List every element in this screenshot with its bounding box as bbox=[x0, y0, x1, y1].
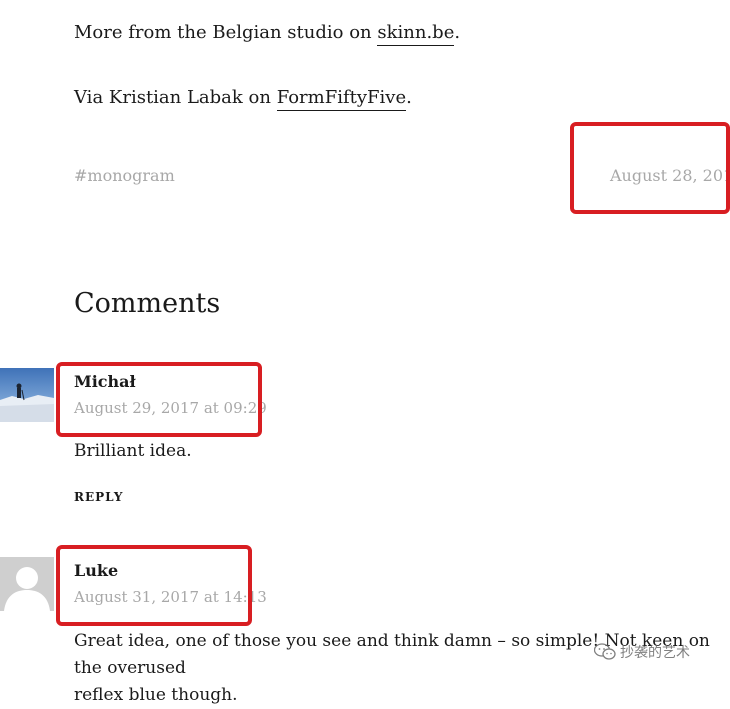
default-avatar-icon bbox=[0, 557, 54, 611]
highlight-box-comment-2 bbox=[56, 545, 252, 626]
studio-period: . bbox=[454, 22, 461, 43]
watermark-text: 抄袭的艺术 bbox=[620, 645, 690, 661]
comment-author[interactable]: Luke bbox=[74, 561, 118, 580]
watermark: 抄袭的艺术 bbox=[594, 642, 690, 662]
avatar bbox=[0, 557, 54, 611]
post-date[interactable]: August 28, 2017 bbox=[610, 166, 730, 185]
avatar-photo-icon bbox=[0, 368, 54, 422]
studio-text: More from the Belgian studio on bbox=[74, 22, 378, 43]
studio-paragraph: More from the Belgian studio on skinn.be… bbox=[74, 22, 461, 46]
wechat-icon bbox=[594, 643, 616, 660]
formfiftyfive-link[interactable]: FormFiftyFive bbox=[276, 87, 407, 111]
comment-date[interactable]: August 31, 2017 at 14:13 bbox=[74, 588, 267, 606]
comment-text: Brilliant idea. bbox=[74, 441, 192, 461]
comment-text: Great idea, one of those you see and thi… bbox=[74, 628, 730, 709]
via-paragraph: Via Kristian Labak on FormFiftyFive. bbox=[74, 87, 412, 111]
via-text: Via Kristian Labak on bbox=[74, 87, 277, 108]
comment-text-line-2: reflex blue though. bbox=[74, 685, 238, 705]
tag-monogram-link[interactable]: #monogram bbox=[74, 166, 175, 185]
comment-date[interactable]: August 29, 2017 at 09:29 bbox=[74, 399, 267, 417]
studio-link[interactable]: skinn.be bbox=[377, 22, 455, 46]
avatar bbox=[0, 368, 54, 422]
comments-heading: Comments bbox=[74, 288, 221, 319]
comment-author[interactable]: Michał bbox=[74, 372, 136, 391]
reply-button[interactable]: REPLY bbox=[74, 490, 123, 504]
via-period: . bbox=[406, 87, 412, 108]
